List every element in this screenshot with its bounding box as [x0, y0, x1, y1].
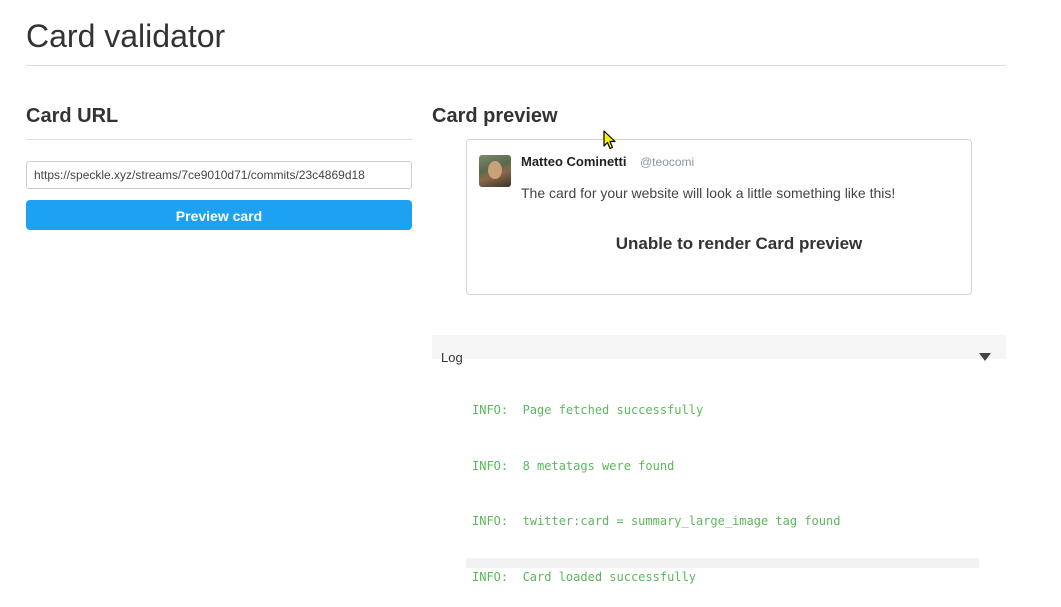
card-url-heading: Card URL — [26, 105, 119, 127]
mouse-pointer-icon — [603, 130, 616, 150]
title-divider — [26, 65, 1006, 66]
author-name: Matteo Cominetti — [521, 154, 627, 169]
tweet-text: The card for your website will look a li… — [521, 185, 896, 201]
card-url-divider — [26, 139, 412, 140]
card-preview-heading: Card preview — [432, 105, 558, 127]
log-panel-header: Log — [432, 335, 1006, 365]
log-line: INFO: 8 metatags were found — [472, 458, 675, 473]
caret-down-icon[interactable] — [979, 353, 991, 361]
author-handle: @teocomi — [640, 155, 695, 169]
render-error-message: Unable to render Card preview — [615, 234, 863, 253]
page-title: Card validator — [26, 18, 226, 54]
log-line: INFO: Card loaded successfully — [472, 569, 696, 584]
log-lines: INFO: Page fetched successfully INFO: 8 … — [472, 364, 840, 607]
card-url-input[interactable] — [26, 161, 412, 189]
tweet-preview-card: Matteo Cominetti @teocomi The card for y… — [466, 139, 972, 295]
card-validator-page: Card validator Card URL Preview card Car… — [0, 0, 1061, 607]
user-avatar — [479, 155, 511, 187]
log-line: INFO: Page fetched successfully — [472, 403, 704, 417]
preview-card-button[interactable]: Preview card — [26, 200, 412, 230]
log-output: INFO: Page fetched successfully INFO: 8 … — [466, 359, 979, 584]
log-label: Log — [441, 350, 463, 365]
log-line: INFO: twitter:card = summary_large_image… — [472, 514, 841, 528]
